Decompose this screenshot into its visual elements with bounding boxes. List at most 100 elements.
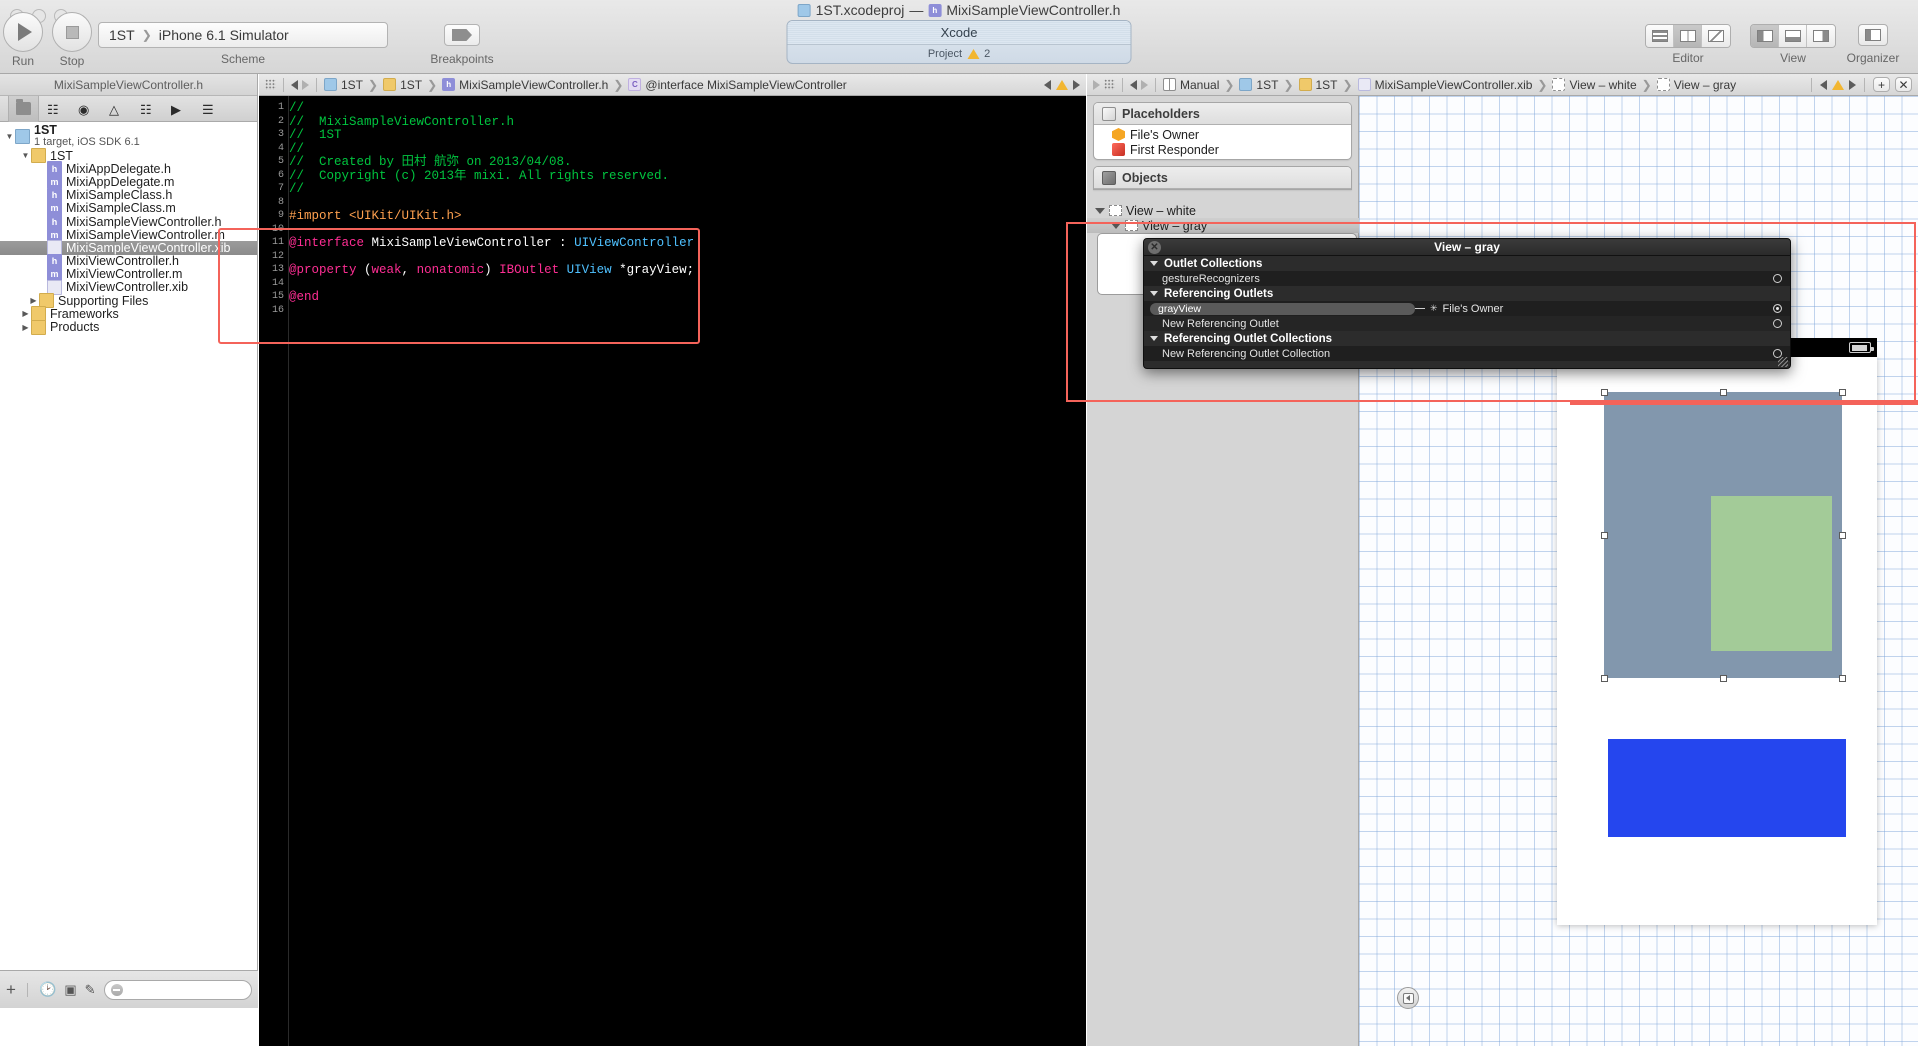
run-button[interactable] [3, 12, 43, 52]
tree-item-1st[interactable]: ▼ 1ST 1 target, iOS SDK 6.1 [0, 123, 257, 149]
navigate-back-button[interactable] [291, 79, 298, 90]
assistant-prev-icon[interactable] [1093, 79, 1100, 90]
device-view[interactable] [1557, 357, 1877, 925]
editor-jumpbar-right[interactable] [1044, 79, 1080, 90]
disclosure-open-icon[interactable]: ▼ [20, 151, 31, 160]
resize-handle-bl[interactable] [1600, 674, 1608, 682]
navigate-forward-button[interactable] [302, 79, 309, 90]
connection-row[interactable]: grayView ✳ File's Owner [1144, 301, 1790, 316]
placeholder-first-responder[interactable]: First Responder [1094, 142, 1351, 157]
source-control-icon[interactable]: ▣ [64, 982, 76, 998]
tab-log-navigator[interactable]: ☰ [194, 96, 225, 122]
next-issue-button[interactable] [1073, 79, 1080, 90]
objects-tree[interactable]: View – white View – gray [1087, 203, 1359, 233]
organizer-button[interactable] [1858, 24, 1888, 46]
disclosure-open-icon[interactable]: ▼ [4, 132, 15, 141]
tree-item-mixiviewcontroller-h[interactable]: h MixiViewController.h [0, 253, 257, 269]
tree-item-mixiviewcontroller-xib[interactable]: MixiViewController.xib [0, 279, 257, 295]
tab-debug-navigator[interactable]: ▶ [163, 96, 194, 122]
code-line[interactable] [289, 305, 1086, 319]
breadcrumb-segment[interactable]: Manual [1180, 78, 1219, 92]
breadcrumb-segment[interactable]: View – white [1569, 78, 1636, 92]
editor-mode-segmented[interactable] [1645, 24, 1731, 48]
placeholders-header[interactable]: Placeholders [1094, 103, 1351, 125]
disclosure-open-icon[interactable] [1150, 291, 1158, 296]
tree-item-mixisampleviewcontroller-h[interactable]: h MixiSampleViewController.h [0, 214, 257, 230]
ib-breadcrumb[interactable]: Manual ❯ 1ST ❯ 1ST ❯ MixiSampleViewController.… [1163, 78, 1736, 92]
tree-item-frameworks[interactable]: ▶ Frameworks [0, 306, 257, 322]
resize-handle-tr[interactable] [1838, 388, 1846, 396]
connection-row[interactable]: New Referencing Outlet [1144, 316, 1790, 331]
toggle-navigator-button[interactable] [1751, 25, 1779, 47]
next-issue-button[interactable] [1849, 79, 1856, 90]
version-editor-button[interactable] [1702, 25, 1730, 47]
disclosure-open-icon[interactable] [1095, 207, 1105, 214]
tab-symbol-navigator[interactable]: ☷ [39, 96, 70, 122]
disclosure-closed-icon[interactable]: ▶ [28, 296, 39, 305]
placeholder-file-s-owner[interactable]: File's Owner [1094, 127, 1351, 142]
code-line[interactable]: @property (weak, nonatomic) IBOutlet UIV… [289, 263, 1086, 278]
breakpoints-group[interactable]: Breakpoints [430, 24, 494, 66]
disclosure-closed-icon[interactable]: ▶ [20, 323, 31, 332]
green-view[interactable] [1711, 496, 1832, 651]
code-line[interactable] [289, 278, 1086, 292]
scheme-group[interactable]: 1ST ❯ iPhone 6.1 Simulator Scheme [98, 22, 388, 66]
ib-jump-bar[interactable]: Manual ❯ 1ST ❯ 1ST ❯ MixiSampleViewController.… [1087, 74, 1918, 96]
resize-handle-mr[interactable] [1838, 531, 1846, 539]
tree-item-mixisampleclass-h[interactable]: h MixiSampleClass.h [0, 187, 257, 203]
object-view-white[interactable]: View – white [1087, 203, 1359, 218]
tree-item-products[interactable]: ▶ Products [0, 319, 257, 335]
tab-project-navigator[interactable] [8, 95, 39, 122]
resize-grip-icon[interactable] [1778, 357, 1788, 367]
breadcrumb-segment[interactable]: @interface MixiSampleViewController [645, 78, 846, 92]
tree-item-mixiappdelegate-h[interactable]: h MixiAppDelegate.h [0, 161, 257, 177]
code-line[interactable]: @end [289, 290, 1086, 305]
editor-mode-group[interactable]: Editor [1645, 24, 1731, 65]
project-tree[interactable]: ▼ 1ST 1 target, iOS SDK 6.1 ▼ 1ST h MixiAppDel… [0, 122, 257, 1008]
code-line[interactable]: // [289, 142, 1086, 157]
resize-handle-tl[interactable] [1600, 388, 1608, 396]
assistant-editor-button[interactable] [1674, 25, 1702, 47]
breadcrumb-segment[interactable]: MixiSampleViewController.xib [1375, 78, 1533, 92]
code-line[interactable]: // 1ST [289, 128, 1086, 143]
tree-item-mixiviewcontroller-m[interactable]: m MixiViewController.m [0, 266, 257, 282]
placeholders-list[interactable]: File's Owner First Responder [1094, 125, 1351, 159]
connections-section-header[interactable]: Referencing Outlets [1144, 286, 1790, 301]
blue-view[interactable] [1608, 739, 1846, 837]
organizer-group[interactable]: Organizer [1847, 24, 1899, 65]
code-line[interactable]: #import <UIKit/UIKit.h> [289, 209, 1086, 224]
resize-handle-br[interactable] [1838, 674, 1846, 682]
code-line[interactable] [289, 224, 1086, 238]
previous-issue-button[interactable] [1044, 79, 1051, 90]
code-line[interactable] [289, 251, 1086, 265]
view-segmented[interactable] [1750, 24, 1836, 48]
disclosure-open-icon[interactable] [1111, 222, 1121, 229]
code-line[interactable]: // [289, 101, 1086, 116]
resize-handle-bc[interactable] [1719, 674, 1727, 682]
tree-item-mixiappdelegate-m[interactable]: m MixiAppDelegate.m [0, 174, 257, 190]
tree-item-mixisampleclass-m[interactable]: m MixiSampleClass.m [0, 200, 257, 216]
connections-section-header[interactable]: Referencing Outlet Collections [1144, 331, 1790, 346]
editor-breadcrumb[interactable]: 1ST ❯ 1ST ❯ h MixiSampleViewController.h ❯ C @in… [324, 78, 847, 92]
code-line[interactable]: // [289, 182, 1086, 197]
filter-clear-icon[interactable] [110, 983, 123, 996]
breadcrumb-segment[interactable]: MixiSampleViewController.h [459, 78, 608, 92]
recent-files-icon[interactable]: 🕑 [39, 981, 56, 998]
navigate-forward-button[interactable] [1141, 79, 1148, 90]
gray-view[interactable] [1604, 392, 1842, 678]
tab-test-navigator[interactable]: ☷ [132, 96, 163, 122]
navigator-filter-field[interactable] [103, 979, 252, 1000]
breadcrumb-segment[interactable]: View – gray [1674, 78, 1736, 92]
stop-button[interactable] [52, 12, 92, 52]
tree-item-supporting-files[interactable]: ▶ Supporting Files [0, 293, 257, 309]
run-button-group[interactable]: Run [3, 12, 43, 68]
breakpoints-button[interactable] [444, 24, 480, 46]
connections-popup[interactable]: ✕ View – gray Outlet Collections gestureR… [1143, 238, 1791, 369]
add-assistant-editor-button[interactable]: + [1873, 77, 1890, 92]
tree-item-mixisampleviewcontroller-m[interactable]: m MixiSampleViewController.m [0, 227, 257, 243]
code-line[interactable] [289, 197, 1086, 211]
connections-list[interactable]: Outlet Collections gestureRecognizers Refe… [1144, 256, 1790, 361]
code-text[interactable]: //// MixiSampleViewController.h// 1ST///… [289, 96, 1086, 1046]
objects-header[interactable]: Objects [1094, 167, 1351, 189]
close-icon[interactable]: ✕ [1148, 241, 1161, 254]
